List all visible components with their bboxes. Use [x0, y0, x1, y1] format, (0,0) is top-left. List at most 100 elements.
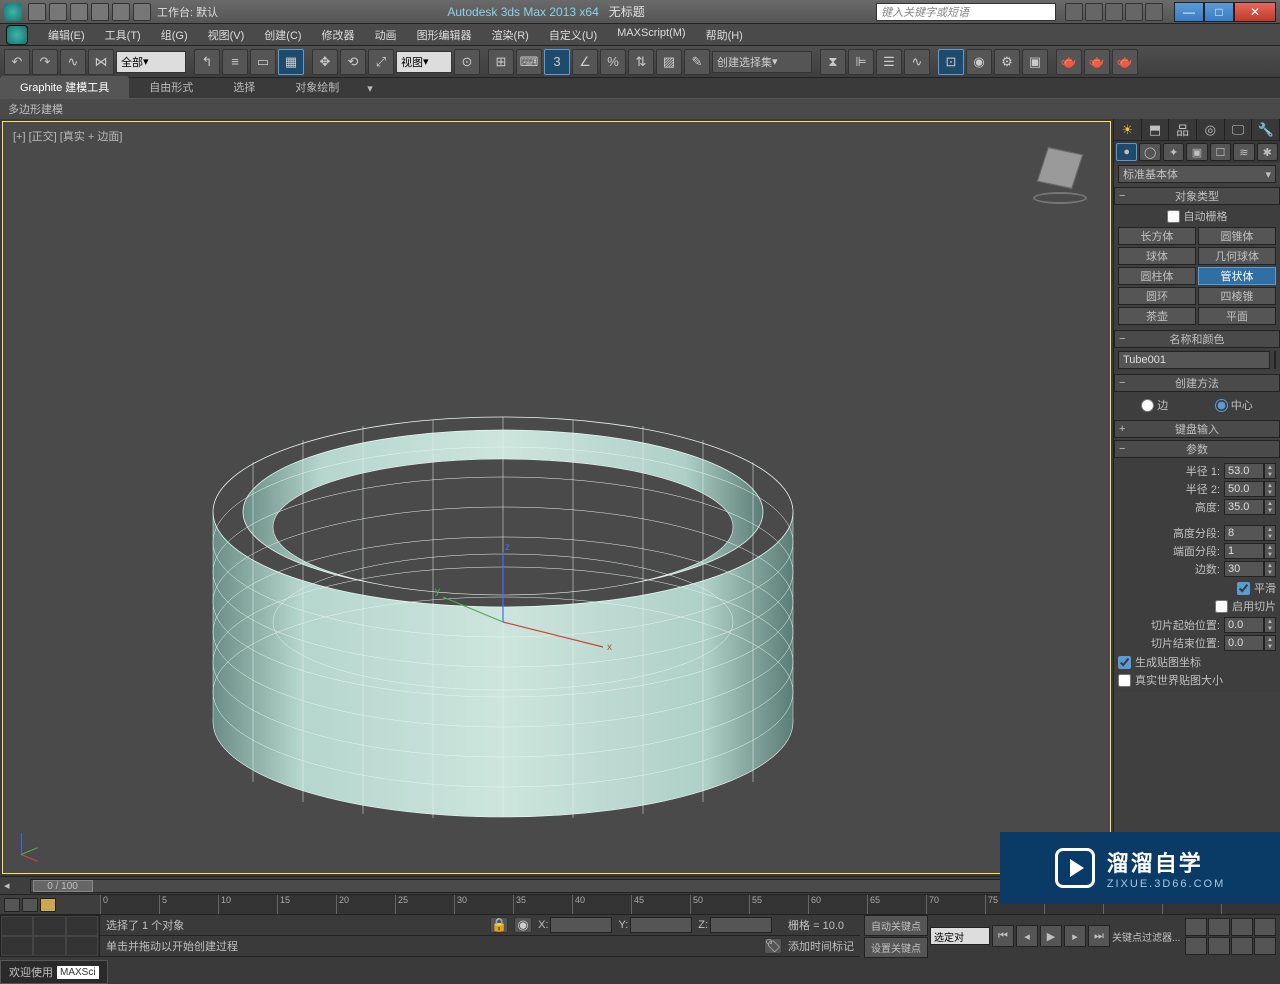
keyboard-shortcut-icon[interactable]: ⌨ [516, 49, 542, 75]
tab-freeform[interactable]: 自由形式 [129, 76, 213, 98]
schematic-view-icon[interactable]: ⊡ [938, 49, 964, 75]
smooth-checkbox[interactable] [1237, 582, 1250, 595]
cap-segs-spinner[interactable]: ▲▼ [1224, 543, 1276, 559]
render-active-icon[interactable]: 🫖 [1112, 49, 1138, 75]
slice-to-spinner[interactable]: ▲▼ [1224, 635, 1276, 651]
create-茶壶[interactable]: 茶壶 [1118, 307, 1196, 325]
favorite-icon[interactable] [1125, 3, 1143, 21]
menu-编辑(E)[interactable]: 编辑(E) [38, 27, 95, 43]
orbit-icon[interactable] [1208, 918, 1230, 936]
object-name-input[interactable] [1118, 351, 1270, 369]
welcome-screen-button[interactable]: 欢迎使用MAXSci [0, 960, 108, 984]
create-球体[interactable]: 球体 [1118, 247, 1196, 265]
auto-key-button[interactable]: 自动关键点 [864, 915, 928, 936]
z-coord-input[interactable] [710, 917, 772, 933]
redo-icon[interactable]: ↷ [32, 49, 58, 75]
render-setup-icon[interactable]: ⚙ [994, 49, 1020, 75]
zoom-extents-all-icon[interactable] [1254, 937, 1276, 955]
help-search-input[interactable]: 键入关键字或短语 [876, 3, 1056, 21]
add-time-tag[interactable]: 添加时间标记 [788, 938, 854, 954]
max-viewport-icon[interactable] [1231, 937, 1253, 955]
undo-icon[interactable]: ↶ [4, 49, 30, 75]
viewcube[interactable] [1030, 142, 1090, 202]
percent-snap-icon[interactable]: % [600, 49, 626, 75]
menu-动画[interactable]: 动画 [365, 27, 407, 43]
create-平面[interactable]: 平面 [1198, 307, 1276, 325]
height-segs-spinner[interactable]: ▲▼ [1224, 525, 1276, 541]
menu-创建(C)[interactable]: 创建(C) [254, 27, 311, 43]
parameters-rollout-header[interactable]: −参数 [1114, 440, 1280, 458]
snap-toggle-icon[interactable]: 3 [544, 49, 570, 75]
qat-link-icon[interactable] [133, 3, 151, 21]
prev-frame-icon[interactable]: ◂ [1016, 925, 1038, 947]
create-管状体[interactable]: 管状体 [1198, 267, 1276, 285]
create-圆柱体[interactable]: 圆柱体 [1118, 267, 1196, 285]
radius2-spinner[interactable]: ▲▼ [1224, 481, 1276, 497]
select-name-icon[interactable]: ≡ [222, 49, 248, 75]
manipulate-icon[interactable]: ⊞ [488, 49, 514, 75]
menu-工具(T)[interactable]: 工具(T) [95, 27, 151, 43]
ref-coord-dropdown[interactable]: 视图 ▾ [396, 51, 452, 73]
menu-修改器[interactable]: 修改器 [312, 27, 365, 43]
next-frame-icon[interactable]: ▸ [1064, 925, 1086, 947]
geometry-cat-icon[interactable]: ● [1116, 143, 1137, 161]
subscription-icon[interactable] [1085, 3, 1103, 21]
name-color-rollout-header[interactable]: −名称和颜色 [1114, 330, 1280, 348]
create-长方体[interactable]: 长方体 [1118, 227, 1196, 245]
rotate-icon[interactable]: ⟲ [340, 49, 366, 75]
slice-on-checkbox[interactable] [1215, 600, 1228, 613]
tab-selection[interactable]: 选择 [213, 76, 275, 98]
spinner-snap-icon[interactable]: ⇅ [628, 49, 654, 75]
play-icon[interactable]: ▶ [1040, 925, 1062, 947]
center-radio[interactable]: 中心 [1215, 397, 1253, 413]
edged-faces-icon[interactable]: ▨ [656, 49, 682, 75]
window-crossing-icon[interactable]: ▦ [278, 49, 304, 75]
time-tag-icon[interactable]: 🏷 [764, 938, 782, 954]
viewport-label[interactable]: [+] [正交] [真实 + 边面] [13, 128, 122, 144]
pivot-icon[interactable]: ⊙ [454, 49, 480, 75]
angle-snap-icon[interactable]: ∠ [572, 49, 598, 75]
move-icon[interactable]: ✥ [312, 49, 338, 75]
align-icon[interactable]: ⊫ [848, 49, 874, 75]
qat-save-icon[interactable] [70, 3, 88, 21]
spacewarps-cat-icon[interactable]: ≋ [1233, 143, 1254, 161]
create-四棱锥[interactable]: 四棱锥 [1198, 287, 1276, 305]
track-key-icon[interactable] [40, 898, 56, 912]
fov-icon[interactable] [1185, 937, 1207, 955]
real-world-checkbox[interactable] [1118, 674, 1131, 687]
render-prod-icon[interactable]: 🫖 [1056, 49, 1082, 75]
link-icon[interactable]: ∿ [60, 49, 86, 75]
key-filter-label[interactable]: 关键点过滤器... [1112, 929, 1180, 944]
close-button[interactable]: ✕ [1234, 2, 1276, 22]
exchange-icon[interactable] [1105, 3, 1123, 21]
layer-manager-icon[interactable]: ☰ [876, 49, 902, 75]
qat-open-icon[interactable] [49, 3, 67, 21]
zoom-extents-icon[interactable] [1208, 937, 1230, 955]
selection-lock-icon[interactable]: ✎ [684, 49, 710, 75]
motion-tab-icon[interactable]: ◎ [1197, 119, 1225, 140]
tab-paint[interactable]: 对象绘制 [275, 76, 359, 98]
selection-filter-dropdown[interactable]: 全部 ▾ [116, 51, 186, 73]
goto-start-icon[interactable]: ⏮ [992, 925, 1014, 947]
app-icon[interactable] [4, 3, 22, 21]
modify-tab-icon[interactable]: ⬒ [1142, 119, 1170, 140]
systems-cat-icon[interactable]: ✱ [1257, 143, 1278, 161]
creation-method-rollout-header[interactable]: −创建方法 [1114, 374, 1280, 392]
maximize-button[interactable]: □ [1204, 2, 1234, 22]
menu-视图(V)[interactable]: 视图(V) [198, 27, 255, 43]
edge-radio[interactable]: 边 [1141, 397, 1168, 413]
pan-icon[interactable] [1185, 918, 1207, 936]
track-filter-icon[interactable] [22, 898, 38, 912]
set-key-button[interactable]: 设置关键点 [864, 937, 928, 958]
object-type-rollout-header[interactable]: −对象类型 [1114, 187, 1280, 205]
track-open-icon[interactable] [4, 898, 20, 912]
qat-undo-icon[interactable] [91, 3, 109, 21]
object-color-swatch[interactable] [1274, 351, 1276, 369]
keyboard-entry-rollout-header[interactable]: +键盘输入 [1114, 420, 1280, 438]
create-tab-icon[interactable]: ☀ [1114, 119, 1142, 140]
create-圆环[interactable]: 圆环 [1118, 287, 1196, 305]
menu-自定义(U)[interactable]: 自定义(U) [539, 27, 607, 43]
sides-spinner[interactable]: ▲▼ [1224, 561, 1276, 577]
menu-组(G)[interactable]: 组(G) [151, 27, 198, 43]
lights-cat-icon[interactable]: ✦ [1163, 143, 1184, 161]
